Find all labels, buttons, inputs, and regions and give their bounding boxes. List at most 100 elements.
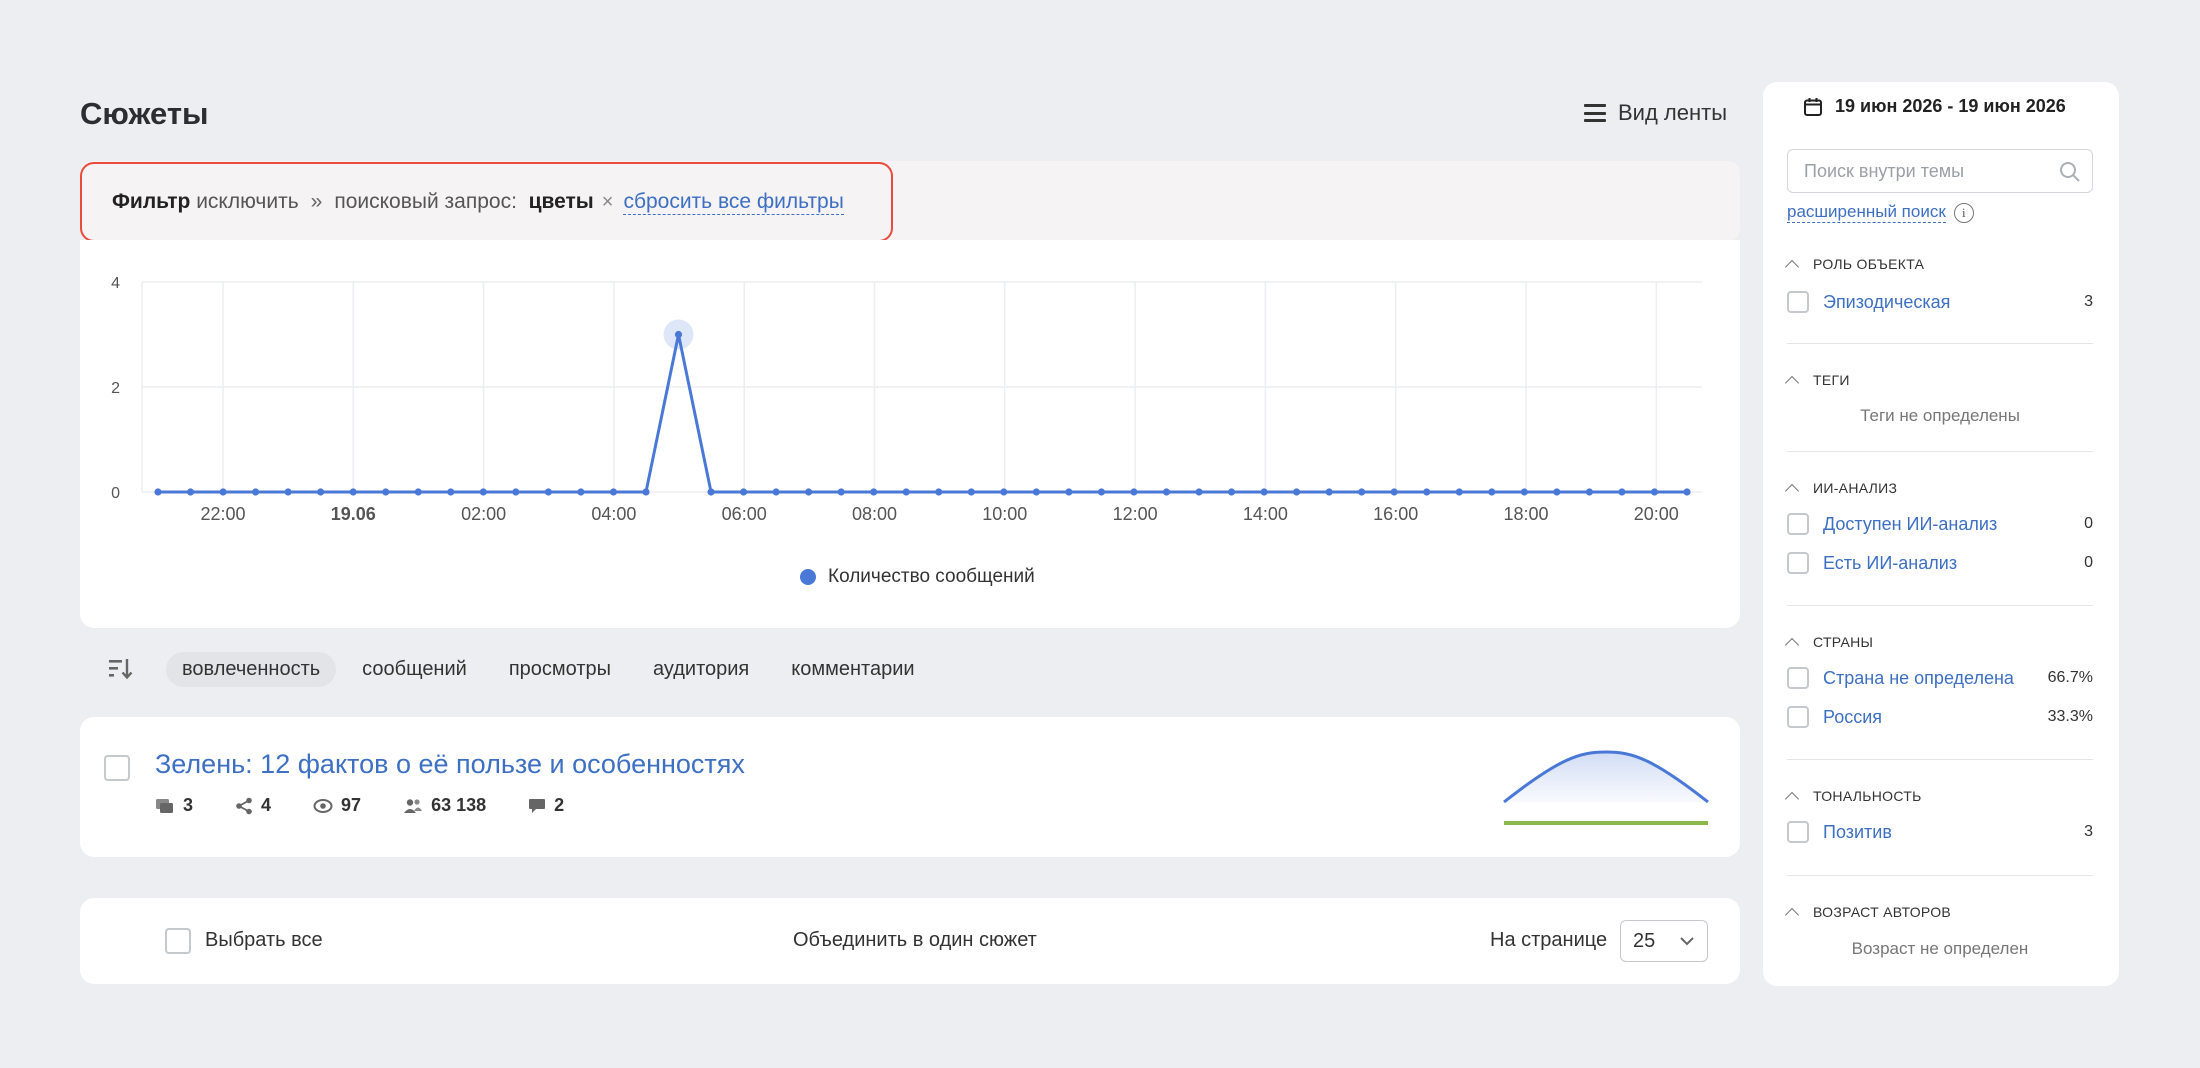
merge-stories-button[interactable]: Объединить в один сюжет [793, 929, 1037, 952]
chevron-up-icon [1784, 637, 1800, 652]
x-tick-label: 06:00 [722, 504, 767, 524]
section-age-title: ВОЗРАСТ АВТОРОВ [1813, 904, 1952, 920]
stat-views-value: 97 [341, 795, 362, 815]
data-point [219, 488, 227, 496]
x-tick-label: 12:00 [1113, 504, 1158, 524]
data-point [805, 488, 813, 496]
topic-search-input[interactable] [1788, 150, 2092, 192]
date-range-picker[interactable]: 19 июн 2026 - 19 июн 2026 [1803, 96, 2066, 117]
x-tick-label: 18:00 [1503, 504, 1548, 524]
tone-bar [1504, 821, 1708, 825]
story-checkbox[interactable] [104, 755, 130, 781]
data-point [251, 488, 260, 496]
remove-filter-icon[interactable]: × [602, 191, 614, 214]
search-icon[interactable] [2058, 160, 2082, 184]
filter-option-label[interactable]: Позитив [1823, 822, 1892, 843]
section-ai-title: ИИ-АНАЛИЗ [1813, 480, 1898, 496]
topic-search [1787, 149, 2093, 193]
divider [1787, 451, 2093, 452]
divider [1787, 759, 2093, 760]
select-all-label[interactable]: Выбрать все [205, 929, 323, 952]
data-point [186, 488, 195, 496]
data-point [1325, 488, 1333, 496]
stat-messages-value: 3 [183, 795, 194, 815]
data-point [577, 488, 585, 496]
stat-views: 97 [313, 795, 361, 816]
section-countries-header[interactable]: СТРАНЫ [1784, 634, 1874, 652]
data-point [1293, 488, 1301, 496]
filter-option-label[interactable]: Россия [1823, 707, 1882, 728]
filter-option-label[interactable]: Страна не определена [1823, 668, 2014, 689]
filter-option-ai-present: Есть ИИ-анализ 0 [1787, 552, 2093, 574]
section-role-title: РОЛЬ ОБЪЕКТА [1813, 256, 1925, 272]
filter-option-label[interactable]: Есть ИИ-анализ [1823, 553, 1957, 574]
share-icon [236, 797, 252, 814]
checkbox[interactable] [1787, 667, 1809, 689]
sort-tab-comments[interactable]: комментарии [775, 652, 930, 687]
tags-empty-text: Теги не определены [1860, 406, 2020, 425]
data-point [1455, 488, 1463, 496]
data-point [284, 488, 292, 496]
checkbox[interactable] [1787, 821, 1809, 843]
filter-option-label[interactable]: Доступен ИИ-анализ [1823, 514, 1997, 535]
section-ai-header[interactable]: ИИ-АНАЛИЗ [1784, 480, 1898, 498]
info-icon[interactable]: i [1953, 202, 1974, 223]
checkbox[interactable] [1787, 552, 1809, 574]
sort-tab-views[interactable]: просмотры [493, 652, 627, 687]
y-tick-label: 0 [111, 485, 120, 502]
x-tick-label: 14:00 [1243, 504, 1288, 524]
filter-option-count: 66.7% [2047, 669, 2093, 686]
sort-tab-engagement[interactable]: вовлеченность [166, 652, 337, 687]
x-tick-label: 04:00 [591, 504, 636, 524]
data-point [1683, 488, 1691, 496]
section-age-header[interactable]: ВОЗРАСТ АВТОРОВ [1784, 904, 1952, 922]
filter-separator: » [310, 190, 323, 213]
section-tags-header[interactable]: ТЕГИ [1784, 372, 1850, 390]
data-point [1032, 488, 1040, 496]
section-role-header[interactable]: РОЛЬ ОБЪЕКТА [1784, 256, 1925, 274]
sort-tab-messages[interactable]: сообщений [346, 652, 483, 687]
checkbox[interactable] [1787, 706, 1809, 728]
date-range-text: 19 июн 2026 - 19 июн 2026 [1835, 96, 2066, 116]
stat-comments-value: 2 [554, 795, 565, 815]
filter-option-count: 0 [2084, 554, 2093, 571]
data-point [1650, 488, 1659, 496]
filter-option-country-russia: Россия 33.3% [1787, 706, 2093, 728]
x-tick-label: 20:00 [1634, 504, 1679, 524]
calendar-icon [1804, 97, 1822, 116]
per-page-label: На странице [1490, 929, 1608, 951]
data-point [967, 488, 975, 496]
filter-mode: исключить [196, 190, 299, 213]
chart-legend[interactable]: Количество сообщений [800, 566, 1035, 588]
data-point [1162, 488, 1171, 496]
view-toggle-button[interactable]: Вид ленты [1584, 100, 1727, 126]
menu-icon [1584, 104, 1606, 122]
per-page-select[interactable]: 25 [1620, 920, 1708, 962]
stat-audience: 63 138 [403, 795, 486, 816]
chevron-up-icon [1784, 907, 1800, 922]
advanced-search-link[interactable]: расширенный поиск [1787, 202, 1946, 223]
sort-tab-audience[interactable]: аудитория [637, 652, 765, 687]
advanced-search: расширенный поиск i [1787, 202, 1974, 223]
filter-label: Фильтр [112, 190, 191, 213]
story-title-link[interactable]: Зелень: 12 фактов о её пользе и особенно… [155, 749, 745, 780]
stat-audience-value: 63 138 [431, 795, 487, 815]
story-stats: 3 4 97 63 138 2 [155, 795, 606, 816]
sort-tabs: вовлеченность сообщений просмотры аудито… [166, 652, 931, 687]
stat-comments: 2 [528, 795, 564, 816]
filter-option-ai-available: Доступен ИИ-анализ 0 [1787, 513, 2093, 535]
data-point [1553, 488, 1561, 496]
sort-icon[interactable] [108, 656, 134, 682]
section-tone-header[interactable]: ТОНАЛЬНОСТЬ [1784, 788, 1922, 806]
filter-option-label[interactable]: Эпизодическая [1823, 292, 1950, 313]
section-countries-title: СТРАНЫ [1813, 634, 1874, 650]
checkbox[interactable] [1787, 513, 1809, 535]
data-point [414, 488, 422, 496]
checkbox[interactable] [1787, 291, 1809, 313]
eye-icon [313, 798, 333, 813]
select-all-checkbox[interactable] [165, 928, 191, 954]
filter-option-count: 33.3% [2047, 708, 2093, 725]
comment-icon [529, 798, 546, 813]
legend-label: Количество сообщений [828, 566, 1035, 587]
reset-filters-link[interactable]: сбросить все фильтры [623, 190, 844, 215]
